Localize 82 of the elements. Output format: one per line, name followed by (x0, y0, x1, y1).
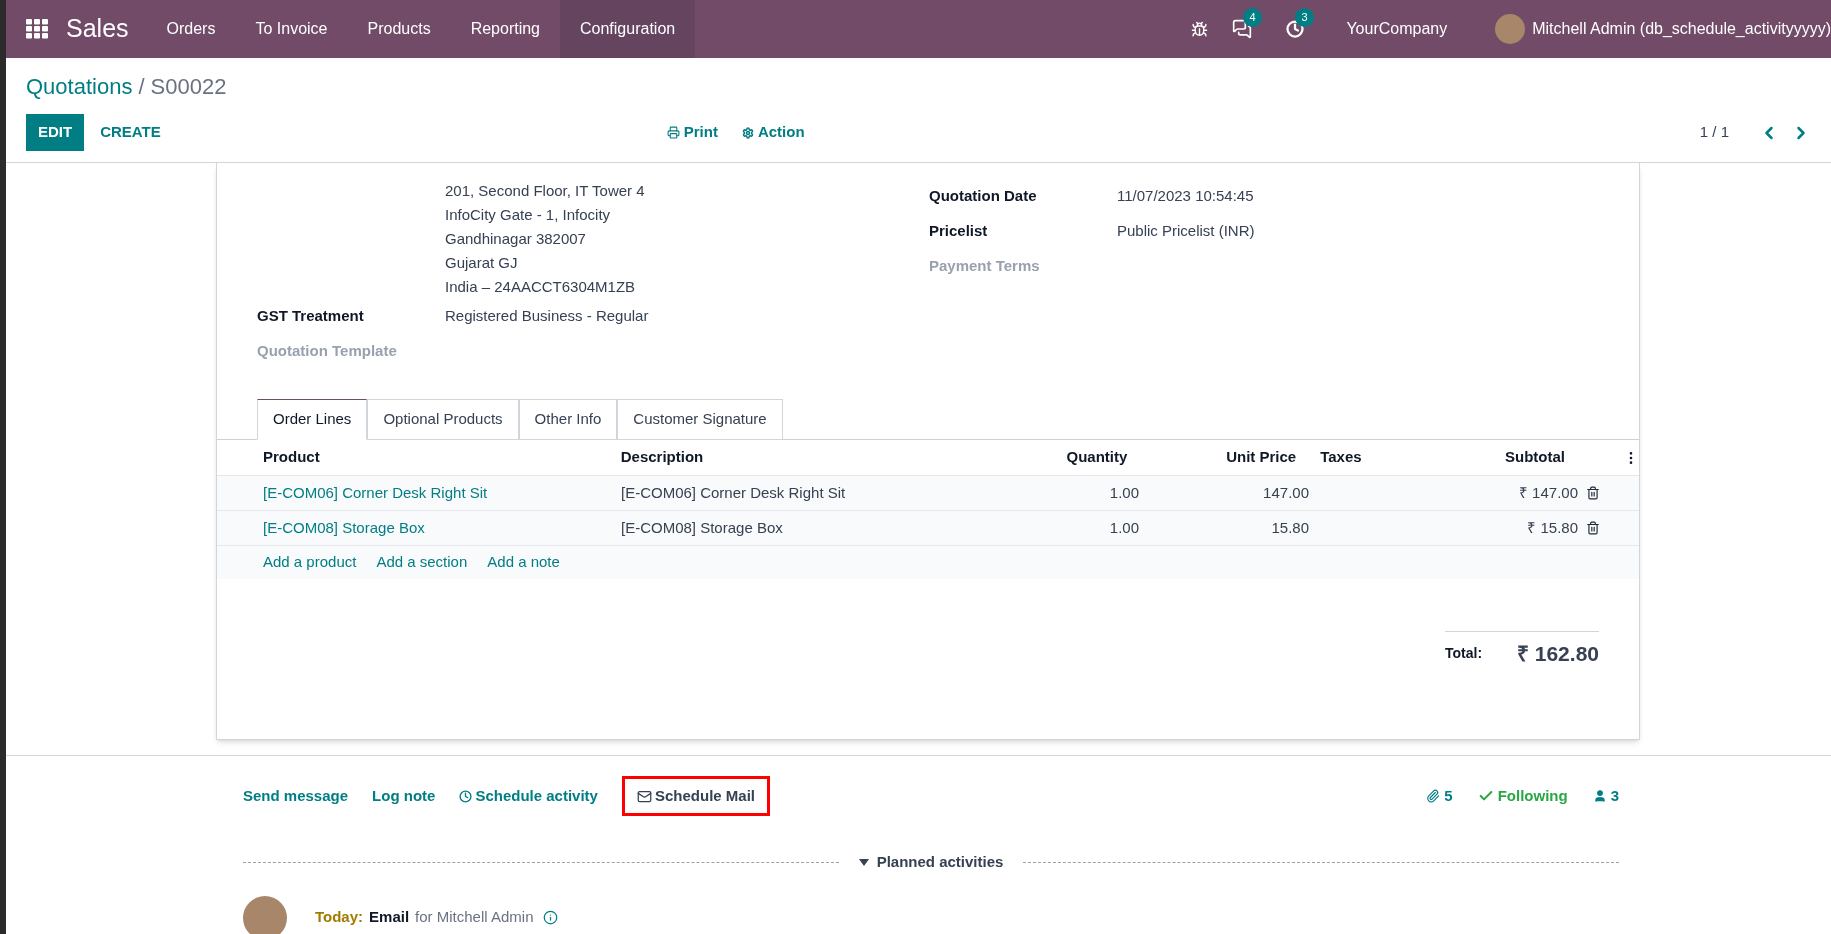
menu-item[interactable]: Products (347, 0, 451, 58)
column-header[interactable]: Description (620, 446, 946, 469)
field-label: Quotation Template (257, 341, 397, 362)
activity-icon[interactable] (1286, 20, 1305, 38)
person-icon (1592, 789, 1607, 803)
add-line-link[interactable]: Add a note (487, 551, 560, 574)
create-button[interactable]: CREATE (88, 121, 173, 144)
tab[interactable]: Other Info (518, 399, 618, 440)
printer-icon (666, 126, 680, 139)
count-badge: 3 (1295, 8, 1314, 27)
field-value: 11/07/2023 10:54:45 (1117, 186, 1254, 207)
tab[interactable]: Customer Signature (617, 399, 783, 440)
field-label: Pricelist (929, 221, 989, 242)
table-cell-text: [E-COM06] Corner Desk Right Sit (621, 482, 847, 503)
table-cell-text: ₹ 147.00 (1517, 482, 1578, 503)
table-cell-text: 15.80 (1270, 517, 1309, 538)
info-icon[interactable] (543, 910, 559, 925)
user-menu[interactable]: Mitchell Admin (db_schedule_activityyyyy) (1532, 17, 1831, 41)
address-line: InfoCity Gate - 1, Infocity (445, 205, 612, 225)
activity-type: Email (369, 907, 410, 928)
delete-icon[interactable] (1586, 521, 1600, 535)
add-line-link[interactable]: Add a section (376, 551, 468, 574)
table-cell-text: 1.00 (1108, 482, 1139, 503)
activity-assignee: for Mitchell Admin (415, 907, 534, 928)
messages-icon[interactable] (1232, 19, 1253, 39)
table-cell-text: [E-COM08] Storage Box (621, 517, 784, 538)
edit-button[interactable]: EDIT (26, 114, 85, 151)
app-name[interactable]: Sales (66, 10, 129, 48)
column-header[interactable]: Subtotal (1446, 446, 1565, 469)
column-header[interactable]: Unit Price (1127, 446, 1297, 469)
field-value: Public Pricelist (INR) (1117, 221, 1255, 242)
chatter-button[interactable]: Schedule activity (459, 784, 598, 808)
chatter-button[interactable]: Schedule Mail (621, 776, 770, 816)
column-header[interactable]: Quantity (945, 446, 1128, 469)
pager-value: 1 / 1 (1699, 122, 1729, 143)
clock-icon (459, 789, 473, 803)
table-cell-text: 1.00 (1108, 517, 1139, 538)
product-link[interactable]: [E-COM06] Corner Desk Right Sit (217, 481, 621, 505)
tab[interactable]: Optional Products (367, 399, 519, 440)
field-value: Registered Business - Regular (445, 306, 649, 327)
total-label: Total: (1445, 644, 1483, 664)
field-label: Quotation Date (929, 186, 1038, 207)
followers-button[interactable]: 3 (1592, 784, 1619, 808)
table-cell-text: ₹ 15.80 (1526, 517, 1578, 538)
menu-item[interactable]: Reporting (450, 0, 560, 58)
activity-due: Today: (315, 907, 364, 928)
address-line: India – 24AACCT6304M1ZB (445, 277, 637, 297)
address-line: Gujarat GJ (445, 253, 519, 273)
address-line: Gandhinagar 382007 (445, 229, 587, 249)
action-button[interactable]: Action (741, 121, 805, 144)
table-cell-text: 147.00 (1262, 482, 1309, 503)
column-header[interactable]: Product (217, 446, 621, 469)
product-link[interactable]: [E-COM08] Storage Box (217, 516, 621, 540)
planned-activities-toggle[interactable]: Planned activities (838, 851, 1024, 874)
column-header[interactable]: Taxes (1296, 446, 1447, 469)
field-label: Payment Terms (929, 256, 1040, 277)
breadcrumb-separator: / (138, 74, 145, 99)
attachments-button[interactable]: 5 (1426, 784, 1453, 808)
chatter-button[interactable]: Log note (372, 784, 436, 808)
add-line-link[interactable]: Add a product (263, 551, 357, 574)
breadcrumb-current: S00022 (150, 74, 227, 99)
tab[interactable]: Order Lines (257, 399, 368, 440)
mail-icon (636, 788, 652, 804)
field-label: GST Treatment (257, 306, 365, 327)
menu-item[interactable]: Orders (146, 0, 236, 58)
delete-icon[interactable] (1586, 486, 1600, 500)
bug-icon[interactable] (1191, 20, 1209, 38)
chatter-button[interactable]: Send message (243, 784, 349, 808)
print-button[interactable]: Print (666, 121, 718, 144)
count-badge: 4 (1243, 8, 1262, 27)
total-value: ₹ 162.80 (1516, 641, 1599, 667)
gear-icon (741, 126, 754, 139)
address-line: 201, Second Floor, IT Tower 4 (445, 181, 645, 201)
menu-item[interactable]: To Invoice (235, 0, 348, 58)
caret-icon (858, 858, 869, 866)
paperclip-icon (1426, 789, 1441, 803)
apps-menu-icon[interactable] (26, 19, 48, 39)
user-avatar (243, 895, 287, 934)
breadcrumb-link[interactable]: Quotations (26, 74, 133, 99)
company-switcher[interactable]: YourCompany (1346, 17, 1448, 41)
user-avatar (1495, 14, 1526, 44)
menu-item[interactable]: Configuration (560, 0, 696, 58)
